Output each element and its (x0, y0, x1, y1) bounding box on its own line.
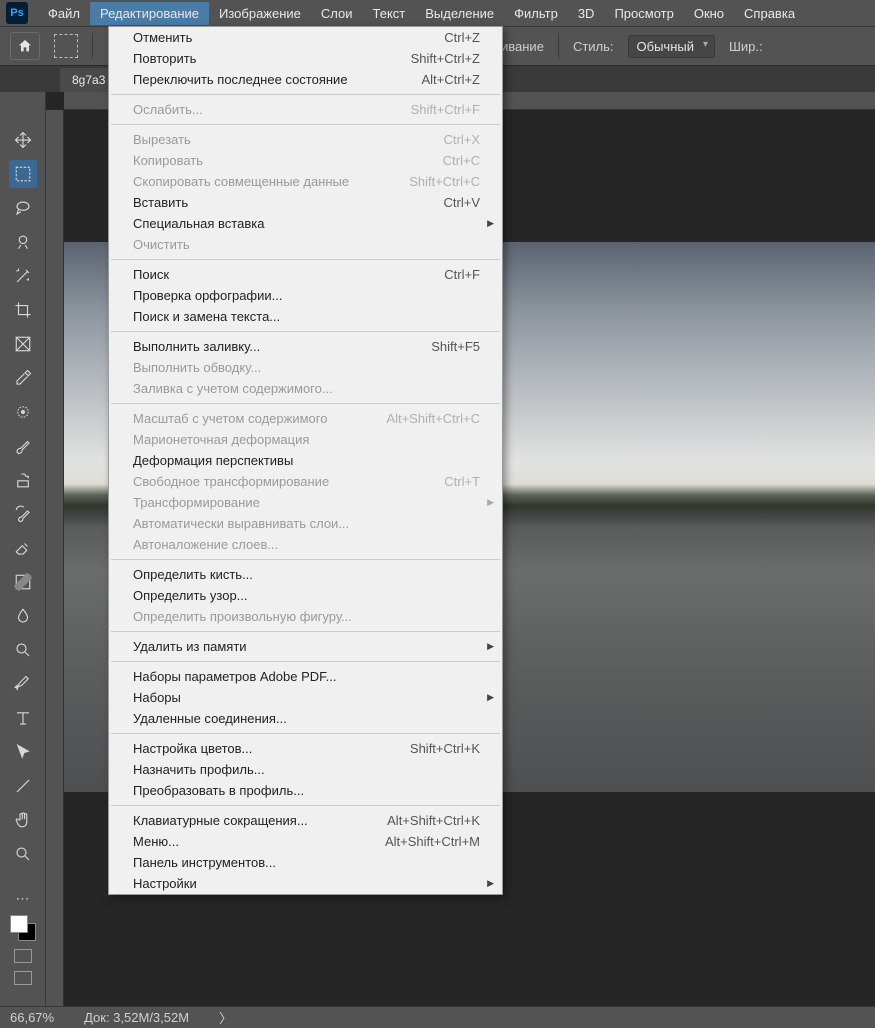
menu-просмотр[interactable]: Просмотр (604, 2, 683, 25)
menu-item[interactable]: Деформация перспективы (109, 450, 502, 471)
doc-size[interactable]: Док: 3,52M/3,52M (84, 1010, 189, 1025)
home-button[interactable] (10, 32, 40, 60)
menu-item: Масштаб с учетом содержимогоAlt+Shift+Ct… (109, 408, 502, 429)
menu-item[interactable]: Определить кисть... (109, 564, 502, 585)
menu-item: Трансформирование (109, 492, 502, 513)
tool-line[interactable] (9, 772, 37, 800)
menu-слои[interactable]: Слои (311, 2, 363, 25)
screenmode-icon[interactable] (14, 971, 32, 985)
tool-history-brush[interactable] (9, 500, 37, 528)
menu-item[interactable]: Клавиатурные сокращения...Alt+Shift+Ctrl… (109, 810, 502, 831)
style-select[interactable]: Обычный (628, 35, 715, 58)
menu-item[interactable]: Назначить профиль... (109, 759, 502, 780)
menu-окно[interactable]: Окно (684, 2, 734, 25)
menu-item[interactable]: Наборы (109, 687, 502, 708)
tool-crop[interactable] (9, 296, 37, 324)
menu-текст[interactable]: Текст (363, 2, 416, 25)
tool-zoom[interactable] (9, 840, 37, 868)
tool-path-select[interactable] (9, 738, 37, 766)
tool-hand[interactable] (9, 806, 37, 834)
edit-menu-dropdown: ОтменитьCtrl+ZПовторитьShift+Ctrl+ZПерек… (108, 26, 503, 895)
menu-item[interactable]: ПоискCtrl+F (109, 264, 502, 285)
menu-item[interactable]: ОтменитьCtrl+Z (109, 27, 502, 48)
menu-изображение[interactable]: Изображение (209, 2, 311, 25)
menu-item[interactable]: Поиск и замена текста... (109, 306, 502, 327)
menu-item: Автоналожение слоев... (109, 534, 502, 555)
menu-редактирование[interactable]: Редактирование (90, 2, 209, 25)
menu-item[interactable]: Меню...Alt+Shift+Ctrl+M (109, 831, 502, 852)
tool-lasso[interactable] (9, 194, 37, 222)
more-tools-icon[interactable]: ⋯ (16, 890, 30, 907)
menu-item[interactable]: ПовторитьShift+Ctrl+Z (109, 48, 502, 69)
color-swatches[interactable] (10, 915, 36, 941)
menu-item: Ослабить...Shift+Ctrl+F (109, 99, 502, 120)
menu-item[interactable]: Специальная вставка (109, 213, 502, 234)
menu-item: КопироватьCtrl+C (109, 150, 502, 171)
menu-item: Автоматически выравнивать слои... (109, 513, 502, 534)
menu-3d[interactable]: 3D (568, 2, 605, 25)
tool-frame[interactable] (9, 330, 37, 358)
tool-gradient[interactable] (9, 568, 37, 596)
menu-item: ВырезатьCtrl+X (109, 129, 502, 150)
style-label: Стиль: (573, 39, 614, 54)
app-logo: Ps (6, 2, 28, 24)
menu-item[interactable]: Преобразовать в профиль... (109, 780, 502, 801)
tool-magic-wand[interactable] (9, 262, 37, 290)
menu-item[interactable]: ВставитьCtrl+V (109, 192, 502, 213)
tool-dodge[interactable] (9, 636, 37, 664)
menu-item[interactable]: Переключить последнее состояниеAlt+Ctrl+… (109, 69, 502, 90)
tool-blur[interactable] (9, 602, 37, 630)
tool-eraser[interactable] (9, 534, 37, 562)
marquee-shape-icon[interactable] (54, 34, 78, 58)
status-bar: 66,67% Док: 3,52M/3,52M 〉 (0, 1006, 875, 1028)
menu-item: Скопировать совмещенные данныеShift+Ctrl… (109, 171, 502, 192)
tool-clone[interactable] (9, 466, 37, 494)
zoom-level[interactable]: 66,67% (10, 1010, 54, 1025)
feather-label-tail: ивание (501, 39, 544, 54)
tool-pen[interactable] (9, 670, 37, 698)
menu-выделение[interactable]: Выделение (415, 2, 504, 25)
tool-type[interactable] (9, 704, 37, 732)
menu-item[interactable]: Удаленные соединения... (109, 708, 502, 729)
menu-item: Выполнить обводку... (109, 357, 502, 378)
menu-item[interactable]: Удалить из памяти (109, 636, 502, 657)
menubar: Ps ФайлРедактированиеИзображениеСлоиТекс… (0, 0, 875, 26)
tool-spot-heal[interactable] (9, 398, 37, 426)
menu-item: Свободное трансформированиеCtrl+T (109, 471, 502, 492)
tool-marquee[interactable] (9, 160, 37, 188)
tools-panel: ⋯ (0, 92, 46, 1006)
menu-item: Заливка с учетом содержимого... (109, 378, 502, 399)
menu-файл[interactable]: Файл (38, 2, 90, 25)
menu-item[interactable]: Определить узор... (109, 585, 502, 606)
tool-eyedropper[interactable] (9, 364, 37, 392)
menu-item[interactable]: Выполнить заливку...Shift+F5 (109, 336, 502, 357)
status-arrow-icon[interactable]: 〉 (219, 1008, 232, 1027)
menu-item[interactable]: Проверка орфографии... (109, 285, 502, 306)
ruler-vertical (46, 110, 64, 1006)
menu-item[interactable]: Панель инструментов... (109, 852, 502, 873)
menu-item: Определить произвольную фигуру... (109, 606, 502, 627)
quickmask-icon[interactable] (14, 949, 32, 963)
width-label: Шир.: (729, 39, 763, 54)
tool-quick-select[interactable] (9, 228, 37, 256)
menu-фильтр[interactable]: Фильтр (504, 2, 568, 25)
menu-item[interactable]: Настройка цветов...Shift+Ctrl+K (109, 738, 502, 759)
menu-item: Марионеточная деформация (109, 429, 502, 450)
tool-move[interactable] (9, 126, 37, 154)
menu-item[interactable]: Настройки (109, 873, 502, 894)
tool-brush[interactable] (9, 432, 37, 460)
menu-item[interactable]: Наборы параметров Adobe PDF... (109, 666, 502, 687)
menu-справка[interactable]: Справка (734, 2, 805, 25)
menu-item: Очистить (109, 234, 502, 255)
